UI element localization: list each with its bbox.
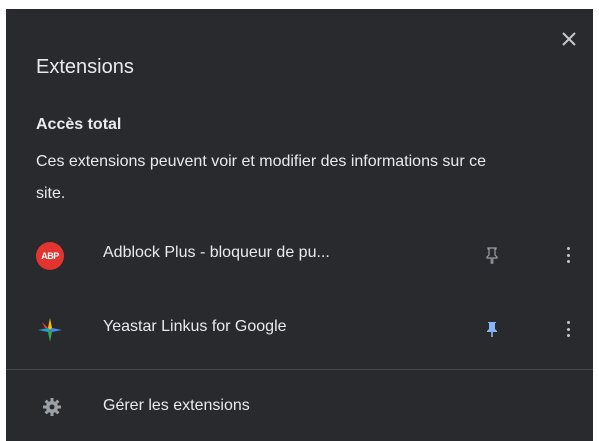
yeastar-icon	[36, 316, 64, 344]
more-options-button[interactable]	[560, 319, 576, 339]
popup-title: Extensions	[36, 56, 134, 78]
divider	[6, 369, 593, 370]
access-description: Ces extensions peuvent voir et modifier …	[36, 153, 486, 202]
extension-name: Adblock Plus - bloqueur de pu...	[103, 244, 330, 261]
pin-filled-icon	[487, 322, 497, 337]
manage-extensions-label: Gérer les extensions	[103, 397, 250, 414]
extensions-popup: Extensions Accès total Ces extensions pe…	[6, 9, 593, 441]
kebab-dot	[566, 327, 570, 331]
kebab-dot	[566, 321, 570, 324]
access-heading: Accès total	[36, 116, 122, 133]
kebab-dot	[566, 334, 570, 337]
close-icon	[562, 32, 576, 46]
gear-icon	[43, 398, 61, 416]
manage-extensions-button[interactable]: Gérer les extensions	[6, 381, 593, 433]
abp-icon: ABP	[36, 242, 64, 270]
kebab-dot	[566, 247, 570, 250]
close-button[interactable]	[557, 27, 581, 51]
pin-icon	[486, 247, 498, 264]
kebab-dot	[566, 253, 570, 257]
kebab-dot	[566, 260, 570, 263]
extension-row-adblock-plus[interactable]: ABP Adblock Plus - bloqueur de pu...	[6, 225, 593, 285]
more-options-button[interactable]	[560, 245, 576, 265]
pin-button[interactable]	[482, 319, 502, 339]
pin-button[interactable]	[482, 245, 502, 265]
extension-row-yeastar-linkus[interactable]: Yeastar Linkus for Google	[6, 299, 593, 359]
extension-name: Yeastar Linkus for Google	[103, 318, 287, 335]
